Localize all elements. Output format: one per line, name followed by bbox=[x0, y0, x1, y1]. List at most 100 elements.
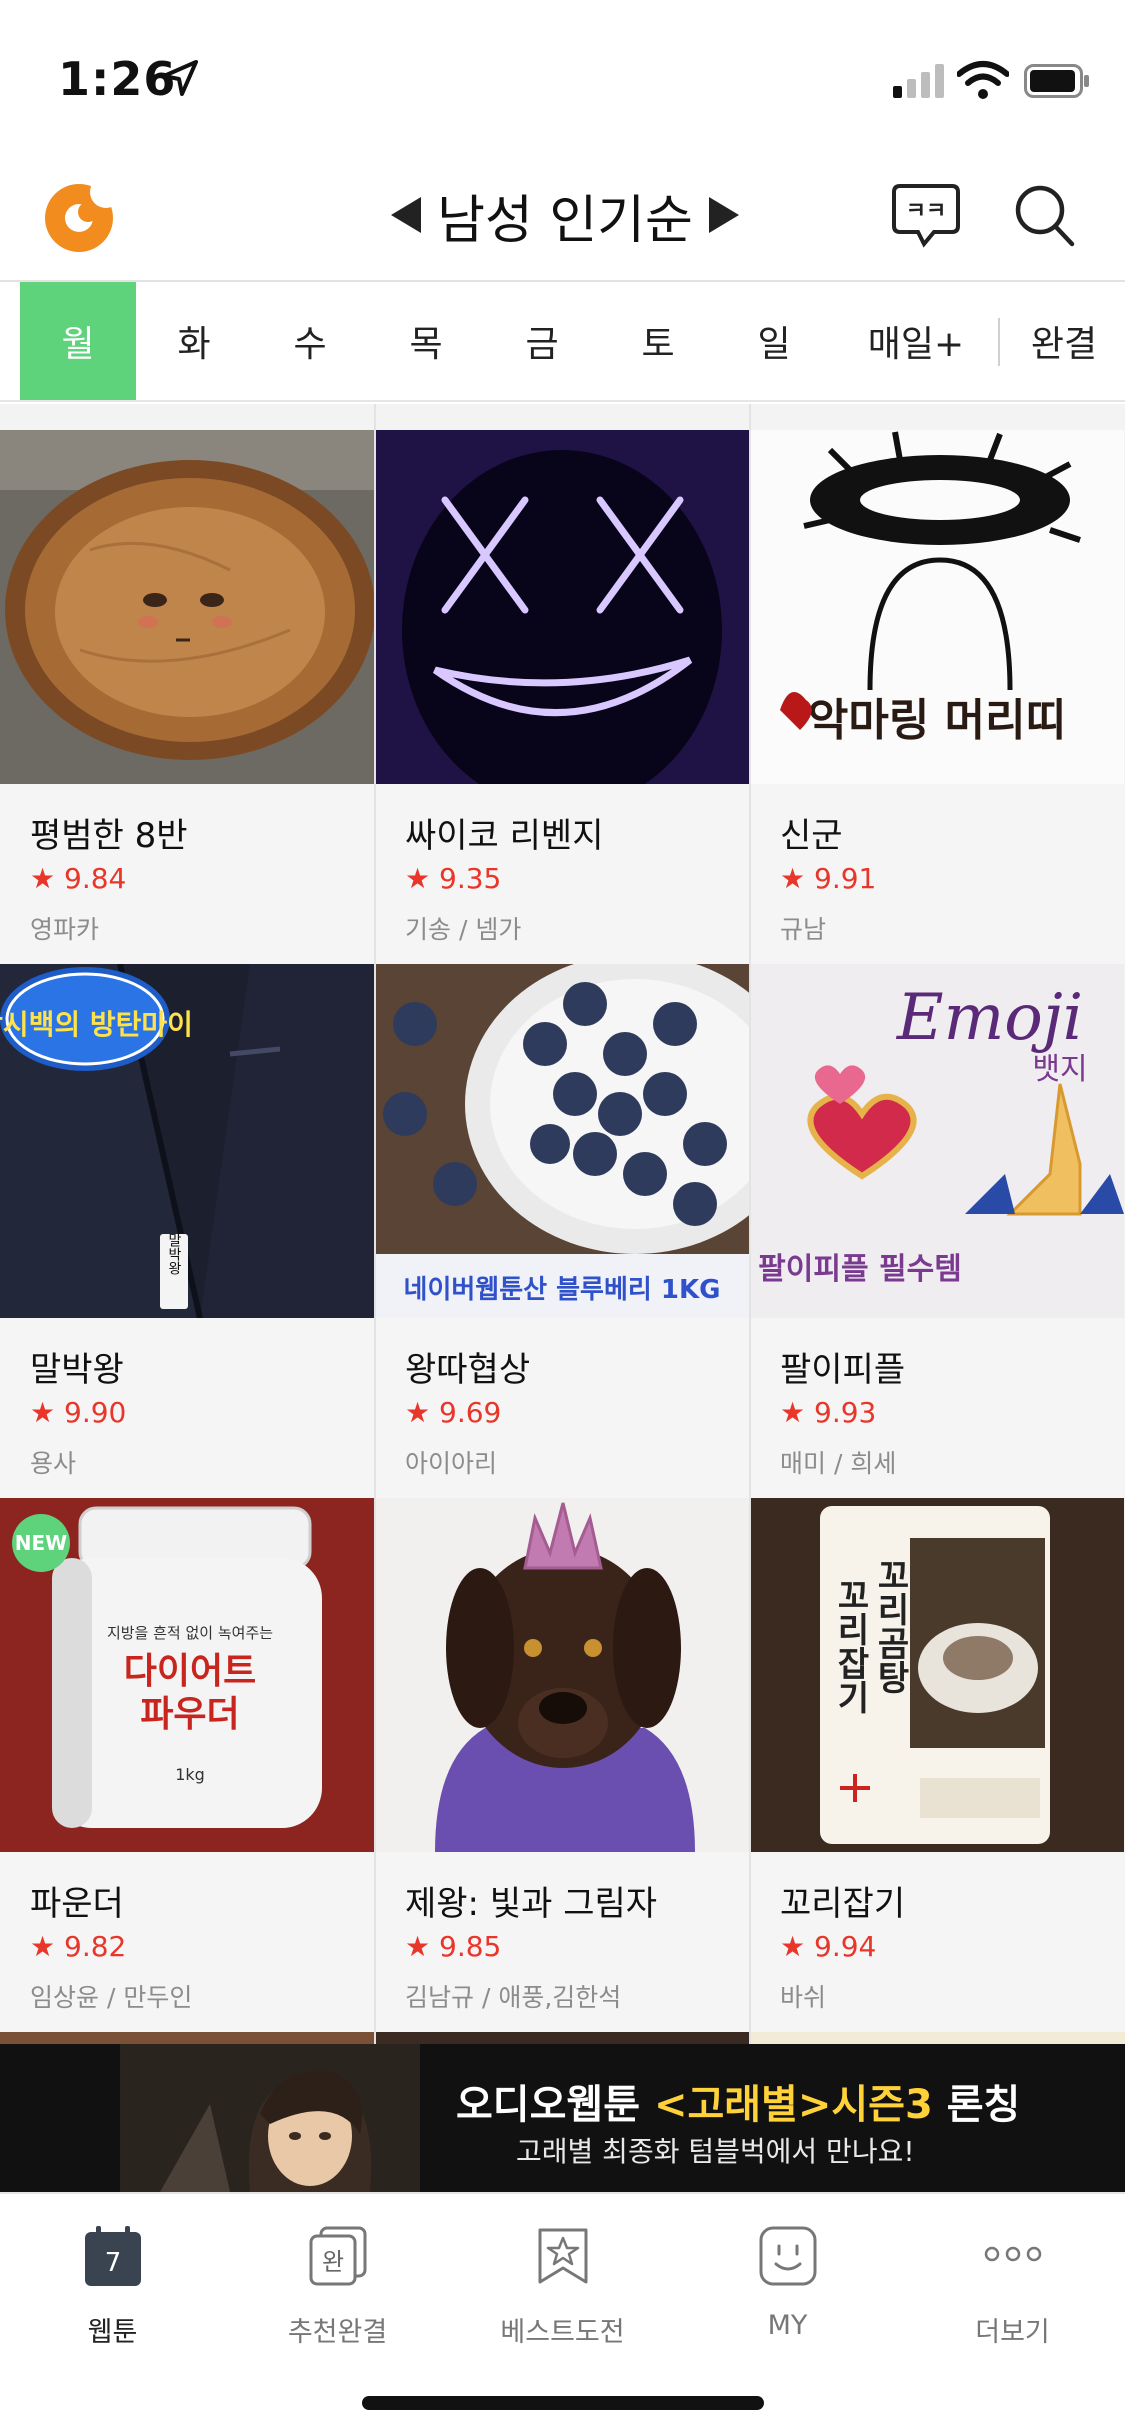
thumb-caption: 박시백의 방탄마이 bbox=[0, 1008, 193, 1041]
nav-label: 웹툰 bbox=[87, 2317, 138, 2348]
thumb-caption: 네이버웹툰산 블루베리 1KG bbox=[404, 1275, 721, 1305]
webtoon-title: 왕따협상 bbox=[405, 1350, 531, 1390]
thumb-small: 지방을 흔적 없이 녹여주는 bbox=[107, 1624, 273, 1642]
status-bar: 1:26 bbox=[0, 0, 1125, 150]
app-header: 남성 인기순 ㅋㅋ bbox=[0, 150, 1125, 282]
nav-label: 베스트도전 bbox=[500, 2317, 625, 2348]
webtoon-thumbnail bbox=[375, 1498, 749, 1852]
tab-daily-plus[interactable]: 매일+ bbox=[848, 282, 984, 400]
tab-completed[interactable]: 완결 bbox=[1006, 282, 1122, 400]
nav-label: 추천완결 bbox=[287, 2317, 388, 2348]
location-arrow-icon bbox=[162, 60, 198, 96]
webtoon-card[interactable]: 악마링 머리띠 신군 ★ 9.91 규남 bbox=[750, 430, 1124, 964]
webtoon-thumbnail: 꼬리잡기 꼬리곰탕 bbox=[750, 1498, 1124, 1852]
status-time: 1:26 bbox=[58, 52, 177, 106]
nav-recommended-completed[interactable]: 완 추천완결 bbox=[225, 2210, 450, 2360]
webtoon-author: 김남규 / 애풍,김한석 bbox=[405, 1983, 622, 2012]
webtoon-card[interactable]: 네이버웹툰산 블루베리 1KG 왕따협상 ★ 9.69 아이아리 bbox=[375, 964, 749, 1498]
webtoon-title: 신군 bbox=[780, 816, 843, 856]
webtoon-card[interactable]: 평범한 8반 ★ 9.84 영파카 bbox=[0, 430, 374, 964]
thumb-tag: 말박왕 bbox=[166, 1233, 182, 1275]
next-row-thumbnail bbox=[750, 2032, 1125, 2044]
tab-sunday[interactable]: 일 bbox=[716, 282, 832, 400]
page-title: 남성 인기순 bbox=[437, 190, 693, 251]
tab-wednesday[interactable]: 수 bbox=[252, 282, 368, 400]
webtoon-card[interactable]: 꼬리잡기 꼬리곰탕 꼬리잡기 ★ 9.94 바쉬 bbox=[750, 1498, 1124, 2032]
webtoon-author: 임상윤 / 만두인 bbox=[30, 1983, 193, 2012]
webtoon-title: 꼬리잡기 bbox=[780, 1884, 906, 1924]
nav-label: MY bbox=[767, 2310, 808, 2341]
star-icon: ★ bbox=[405, 862, 431, 895]
thumb-line-1: 다이어트 bbox=[124, 1651, 256, 1692]
thumb-caption: 팔이피플 필수템 bbox=[758, 1252, 962, 1287]
next-row-thumbnail bbox=[0, 2032, 374, 2044]
webtoon-title: 싸이코 리벤지 bbox=[405, 816, 604, 856]
home-indicator[interactable] bbox=[362, 2396, 764, 2410]
star-icon: ★ bbox=[30, 1396, 56, 1429]
webtoon-thumbnail: 악마링 머리띠 bbox=[750, 430, 1124, 784]
tab-friday[interactable]: 금 bbox=[484, 282, 600, 400]
day-tabs: 월 화 수 목 금 토 일 매일+ 완결 bbox=[0, 282, 1125, 402]
webtoon-title: 팔이피플 bbox=[780, 1350, 906, 1390]
tab-tuesday[interactable]: 화 bbox=[136, 282, 252, 400]
next-row-thumbnail bbox=[375, 2032, 749, 2044]
thumb-line-2: 파우더 bbox=[140, 1694, 239, 1735]
star-icon: ★ bbox=[405, 1396, 431, 1429]
webtoon-card[interactable]: 싸이코 리벤지 ★ 9.35 기송 / 넴가 bbox=[375, 430, 749, 964]
webtoon-title: 평범한 8반 bbox=[30, 816, 188, 856]
banner-headline: 오디오웹툰 <고래별>시즌3 론칭 bbox=[456, 2082, 1021, 2128]
promo-banner[interactable]: 오디오웹툰 <고래별>시즌3 론칭 고래별 최종화 텀블벅에서 만나요! bbox=[0, 2044, 1125, 2192]
search-icon[interactable] bbox=[1012, 180, 1078, 250]
thumb-title: Emoji bbox=[896, 981, 1083, 1055]
star-icon: ★ bbox=[780, 1930, 806, 1963]
webtoon-author: 규남 bbox=[780, 915, 827, 944]
sort-selector[interactable]: 남성 인기순 bbox=[380, 180, 750, 251]
webtoon-card[interactable]: 제왕: 빛과 그림자 ★ 9.85 김남규 / 애풍,김한석 bbox=[375, 1498, 749, 2032]
webtoon-rating: ★ 9.35 bbox=[405, 862, 502, 895]
tab-thursday[interactable]: 목 bbox=[368, 282, 484, 400]
more-dots-icon bbox=[984, 2246, 1042, 2262]
webtoon-rating: ★ 9.93 bbox=[780, 1396, 877, 1429]
webtoon-thumbnail: 말박왕 박시백의 방탄마이 bbox=[0, 964, 374, 1318]
webtoon-card[interactable]: NEW 지방을 흔적 없이 녹여주는 다이어트 파우더 1kg 파운더 ★ 9.… bbox=[0, 1498, 374, 2032]
webtoon-thumbnail: Emoji 뱃지 팔이피플 필수템 bbox=[750, 964, 1124, 1318]
webtoon-author: 용사 bbox=[30, 1449, 77, 1478]
webtoon-card[interactable]: 말박왕 박시백의 방탄마이 말박왕 ★ 9.90 용사 bbox=[0, 964, 374, 1498]
chat-icon-text: ㅋㅋ bbox=[906, 199, 946, 224]
next-sort-arrow-icon[interactable] bbox=[708, 197, 739, 233]
prev-sort-arrow-icon[interactable] bbox=[391, 197, 422, 233]
calendar-icon: 7 bbox=[85, 2226, 141, 2286]
chat-bubble-icon[interactable]: ㅋㅋ bbox=[890, 180, 962, 252]
webtoon-author: 매미 / 희세 bbox=[780, 1449, 897, 1478]
thumb-title-a: 꼬리잡기 bbox=[830, 1578, 870, 1714]
tab-divider bbox=[998, 318, 1000, 366]
webtoon-author: 아이아리 bbox=[405, 1449, 498, 1478]
webtoon-thumbnail bbox=[0, 430, 374, 784]
nav-my[interactable]: MY bbox=[675, 2210, 900, 2360]
thumb-subtitle: 뱃지 bbox=[1032, 1052, 1087, 1087]
webtoon-card[interactable]: Emoji 뱃지 팔이피플 필수템 팔이피플 ★ 9.93 매미 / 희세 bbox=[750, 964, 1124, 1498]
banner-illustration bbox=[120, 2044, 420, 2192]
nav-more[interactable]: 더보기 bbox=[900, 2210, 1125, 2360]
cellular-signal-icon bbox=[893, 64, 944, 98]
nav-best-challenge[interactable]: 베스트도전 bbox=[450, 2210, 675, 2360]
new-badge: NEW bbox=[12, 1514, 70, 1572]
star-icon: ★ bbox=[780, 1396, 806, 1429]
wifi-icon bbox=[957, 61, 1009, 99]
thumb-caption: 악마링 머리띠 bbox=[808, 695, 1066, 746]
thumb-kg: 1kg bbox=[175, 1765, 205, 1784]
webtoon-author: 기송 / 넴가 bbox=[405, 915, 522, 944]
tab-saturday[interactable]: 토 bbox=[600, 282, 716, 400]
webtoon-title: 파운더 bbox=[30, 1884, 124, 1924]
grid-divider bbox=[749, 404, 751, 2044]
completed-icon-text: 완 bbox=[322, 2248, 344, 2276]
webtoon-title: 제왕: 빛과 그림자 bbox=[405, 1884, 658, 1924]
grid-divider bbox=[374, 404, 376, 2044]
nav-webtoon[interactable]: 7 웹툰 bbox=[0, 2210, 225, 2360]
completed-books-icon: 완 bbox=[309, 2226, 367, 2286]
star-icon: ★ bbox=[30, 1930, 56, 1963]
cookie-logo-icon[interactable] bbox=[40, 178, 118, 256]
banner-subtitle: 고래별 최종화 텀블벅에서 만나요! bbox=[516, 2135, 915, 2168]
tab-monday[interactable]: 월 bbox=[20, 282, 136, 400]
star-icon: ★ bbox=[30, 862, 56, 895]
